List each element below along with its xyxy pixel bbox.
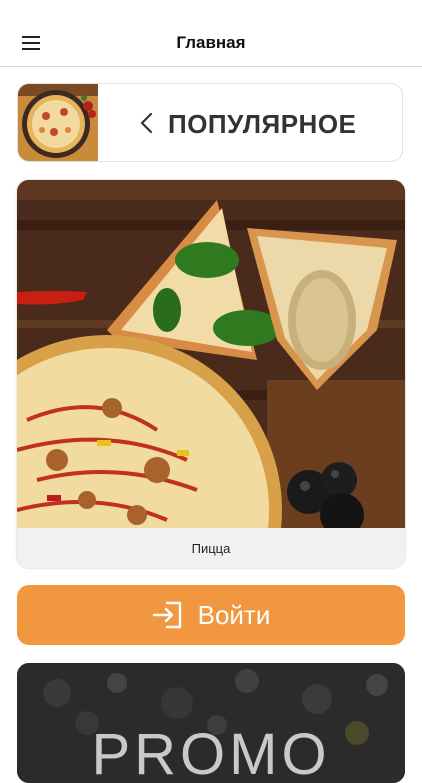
app-header: Главная xyxy=(0,0,422,67)
category-header-card[interactable]: ПОПУЛЯРНОЕ xyxy=(17,83,403,162)
product-name: Пицца xyxy=(17,528,405,568)
category-thumbnail xyxy=(18,84,98,161)
product-card[interactable]: Пицца xyxy=(17,180,405,568)
promo-text: PROMO xyxy=(91,722,331,783)
login-icon xyxy=(152,601,181,629)
login-button[interactable]: Войти xyxy=(17,585,405,645)
promo-banner[interactable]: PROMO xyxy=(17,663,405,783)
category-title: ПОПУЛЯРНОЕ xyxy=(168,109,357,139)
chevron-left-icon[interactable] xyxy=(138,111,156,135)
page-title: Главная xyxy=(176,33,246,52)
pizza-image xyxy=(17,180,405,528)
login-label: Войти xyxy=(197,599,271,630)
